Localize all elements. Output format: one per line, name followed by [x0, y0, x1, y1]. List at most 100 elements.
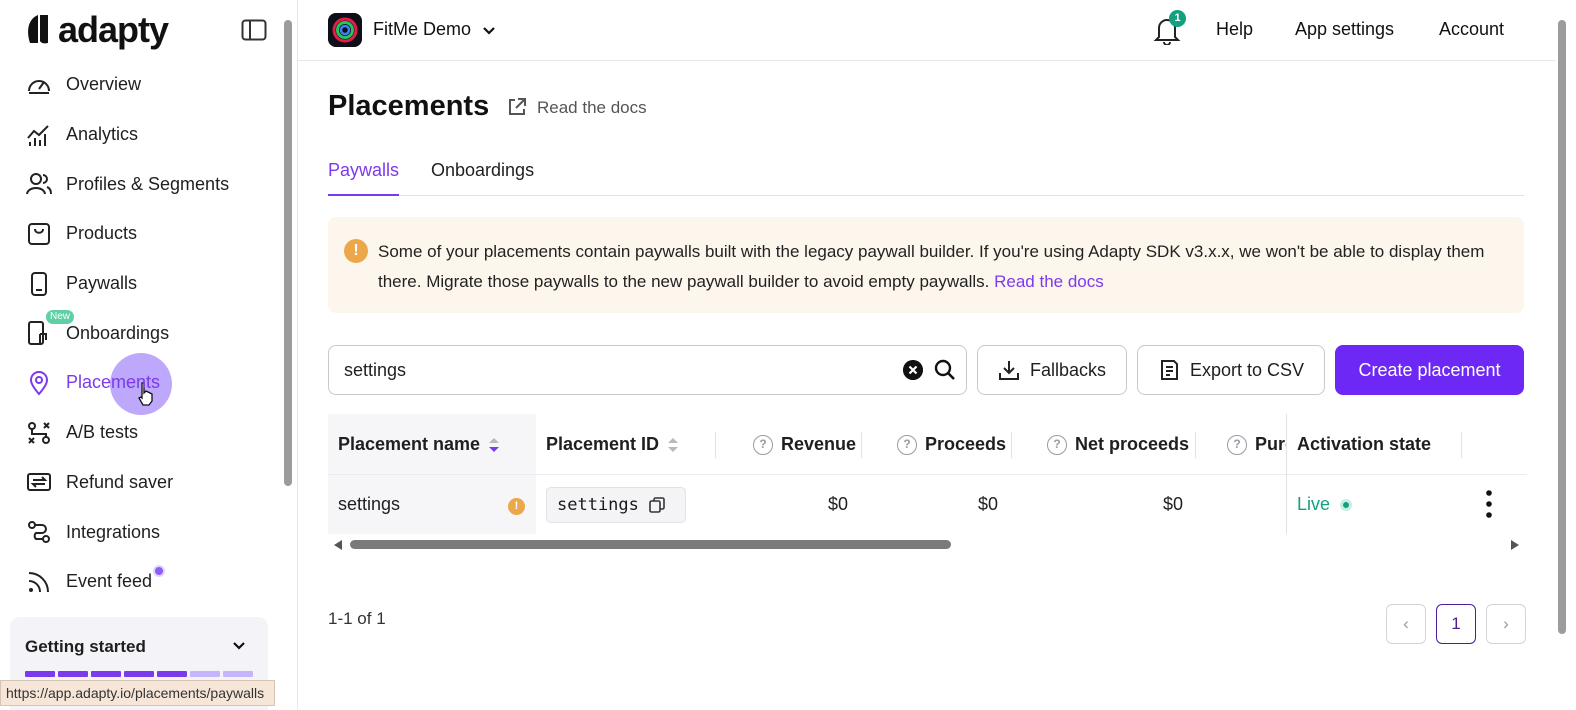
- column-header-placement-name[interactable]: Placement name: [338, 414, 500, 475]
- app-selector[interactable]: FitMe Demo: [373, 19, 471, 40]
- cell-placement-name[interactable]: settings: [338, 475, 400, 534]
- warning-icon: !: [344, 239, 368, 263]
- sidebar-item-profiles-segments[interactable]: Profiles & Segments: [0, 159, 280, 209]
- column-header-revenue[interactable]: ? Revenue: [753, 414, 856, 475]
- sidebar-item-label: Products: [66, 223, 138, 244]
- live-status: Live: [1297, 494, 1331, 514]
- next-page-button[interactable]: ›: [1486, 604, 1526, 644]
- external-link-icon[interactable]: [506, 96, 528, 118]
- sidebar-item-label: Profiles & Segments: [66, 173, 230, 194]
- read-docs-link[interactable]: Read the docs: [537, 98, 647, 118]
- alert-text: Some of your placements contain paywalls…: [378, 242, 1485, 291]
- search-box: [328, 345, 967, 395]
- alert-read-docs-link[interactable]: Read the docs: [994, 272, 1104, 291]
- help-icon[interactable]: ?: [753, 434, 773, 455]
- fallbacks-button[interactable]: Fallbacks: [977, 345, 1127, 395]
- sidebar-item-paywalls[interactable]: Paywalls: [0, 259, 280, 309]
- sidebar-nav: Overview Analytics Profiles & Segments P…: [0, 60, 280, 607]
- sidebar-item-refund-saver[interactable]: Refund saver: [0, 458, 280, 508]
- table-horizontal-scrollbar[interactable]: [328, 535, 1526, 553]
- app-settings-link[interactable]: App settings: [1295, 19, 1394, 40]
- topbar: FitMe Demo 1 Help App settings Account: [298, 0, 1556, 61]
- sidebar-item-label: Event feed: [66, 571, 153, 592]
- ab-test-icon: [28, 421, 50, 444]
- page-title: Placements: [328, 90, 490, 122]
- column-header-purchases[interactable]: ? Purc: [1227, 414, 1295, 475]
- document-icon: [1160, 360, 1178, 380]
- tab-onboardings[interactable]: Onboardings: [431, 160, 534, 196]
- activation-column: Activation state Live: [1286, 414, 1527, 534]
- search-icon[interactable]: [934, 359, 956, 381]
- column-header-net-proceeds[interactable]: ? Net proceeds: [1047, 414, 1189, 475]
- sidebar-item-event-feed[interactable]: Event feed: [0, 557, 280, 607]
- sort-icon[interactable]: [488, 437, 500, 453]
- sidebar-item-label: Paywalls: [66, 273, 138, 294]
- sidebar-item-products[interactable]: Products: [0, 209, 280, 259]
- placements-table: Placement name Placement ID ? Revenue ? …: [328, 414, 1527, 534]
- help-link[interactable]: Help: [1216, 19, 1253, 40]
- onboarding-icon: [28, 321, 47, 346]
- new-badge: New: [46, 310, 75, 325]
- search-input[interactable]: [344, 346, 884, 394]
- tabs: Paywalls Onboardings: [328, 154, 1524, 196]
- rss-icon: [28, 571, 49, 592]
- main-content: Placements Read the docs Paywalls Onboar…: [298, 61, 1556, 710]
- pagination-info: 1-1 of 1: [328, 609, 386, 628]
- logo-text: adapty: [58, 9, 169, 50]
- help-icon[interactable]: ?: [1047, 434, 1067, 455]
- adapty-logo[interactable]: adapty: [24, 9, 169, 50]
- help-icon[interactable]: ?: [897, 434, 917, 455]
- copy-icon[interactable]: [649, 497, 665, 513]
- account-link[interactable]: Account: [1439, 19, 1504, 40]
- tab-paywalls[interactable]: Paywalls: [328, 160, 400, 196]
- sidebar-item-ab-tests[interactable]: A/B tests: [0, 408, 280, 458]
- placement-id-chip: settings: [546, 487, 686, 523]
- sidebar-item-onboardings[interactable]: New Onboardings: [0, 308, 280, 358]
- chevron-down-icon[interactable]: [482, 24, 496, 38]
- export-csv-button[interactable]: Export to CSV: [1137, 345, 1325, 395]
- create-placement-button[interactable]: Create placement: [1335, 345, 1524, 395]
- status-bar-url: https://app.adapty.io/placements/paywall…: [0, 680, 276, 706]
- sidebar-item-label: Overview: [66, 74, 142, 95]
- getting-started-title: Getting started: [25, 637, 146, 656]
- download-icon: [998, 361, 1019, 380]
- warning-icon[interactable]: !: [508, 498, 525, 515]
- scroll-left-icon[interactable]: [333, 539, 343, 551]
- column-header-placement-id[interactable]: Placement ID: [546, 414, 679, 475]
- sidebar-scrollbar[interactable]: [282, 0, 294, 710]
- activation-state: Live: [1297, 475, 1353, 534]
- sidebar-item-label: Refund saver: [66, 471, 174, 492]
- more-options-icon[interactable]: [1485, 489, 1493, 519]
- page-1-button[interactable]: 1: [1436, 604, 1476, 644]
- sidebar-item-overview[interactable]: Overview: [0, 60, 280, 110]
- adapty-logo-icon: [28, 15, 48, 44]
- chevron-down-icon[interactable]: [232, 639, 246, 653]
- sidebar-item-label: Placements: [66, 372, 161, 393]
- notification-count: 1: [1169, 10, 1186, 27]
- users-icon: [26, 173, 52, 195]
- gauge-icon: [28, 79, 50, 94]
- help-icon[interactable]: ?: [1227, 434, 1247, 455]
- refund-icon: [27, 473, 51, 492]
- column-header-activation-state[interactable]: Activation state: [1297, 414, 1431, 475]
- legacy-builder-alert: ! Some of your placements contain paywal…: [328, 217, 1524, 313]
- scroll-right-icon[interactable]: [1510, 539, 1520, 551]
- page-scrollbar[interactable]: [1556, 0, 1568, 710]
- sidebar-item-label: Analytics: [66, 124, 139, 145]
- clear-icon[interactable]: [903, 360, 923, 380]
- sidebar-item-label: A/B tests: [66, 422, 139, 443]
- unread-dot: [153, 564, 165, 577]
- location-pin-icon: [29, 371, 49, 396]
- sidebar-collapse-icon[interactable]: [241, 19, 267, 41]
- sidebar-item-label: Integrations: [66, 521, 161, 542]
- sidebar-item-integrations[interactable]: Integrations: [0, 507, 280, 557]
- column-header-proceeds[interactable]: ? Proceeds: [897, 414, 1006, 475]
- cell-revenue: $0: [828, 494, 849, 514]
- sidebar-item-analytics[interactable]: Analytics: [0, 110, 280, 160]
- prev-page-button[interactable]: ‹: [1386, 604, 1426, 644]
- app-icon[interactable]: [328, 13, 362, 47]
- cell-proceeds: $0: [978, 494, 999, 514]
- sort-icon[interactable]: [667, 437, 679, 453]
- analytics-icon: [27, 124, 49, 146]
- cell-net-proceeds: $0: [1163, 494, 1184, 514]
